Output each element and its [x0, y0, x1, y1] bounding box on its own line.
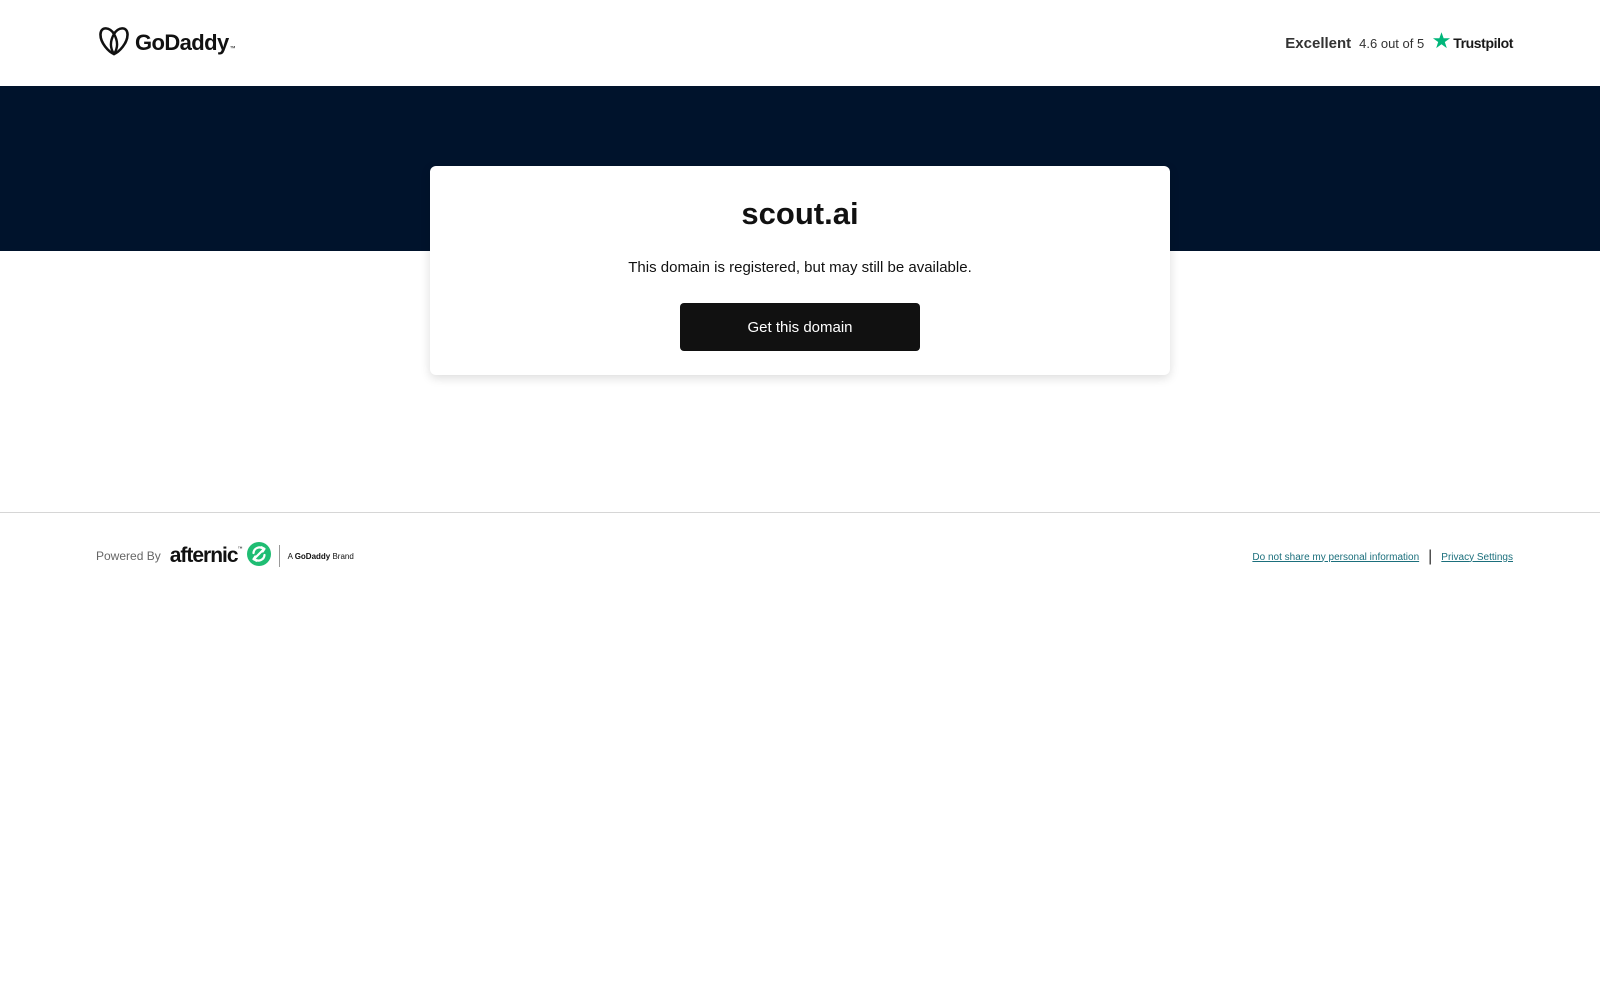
domain-name: scout.ai — [741, 196, 859, 231]
trustpilot-rating[interactable]: Excellent 4.6 out of 5 Trustpilot — [1285, 28, 1513, 58]
footer-links: Do not share my personal information | P… — [1252, 548, 1513, 566]
domain-card: scout.ai This domain is registered, but … — [430, 166, 1170, 375]
godaddy-heart-icon — [98, 26, 130, 61]
brand-separator — [278, 545, 280, 567]
powered-by: Powered By afternic ™ A GoDaddy Brand — [96, 541, 354, 571]
brand-prefix: A — [287, 551, 295, 561]
logo-trademark: ™ — [229, 46, 236, 52]
trustpilot-label: Trustpilot — [1453, 35, 1513, 51]
brand-name: GoDaddy — [294, 551, 331, 561]
godaddy-brand-tag: A GoDaddy Brand — [288, 552, 354, 561]
link-separator: | — [1428, 548, 1433, 565]
trustpilot-logo: Trustpilot — [1432, 31, 1513, 55]
afternic-trademark: ™ — [237, 545, 243, 552]
do-not-share-link[interactable]: Do not share my personal information — [1252, 552, 1419, 563]
powered-by-label: Powered By — [96, 549, 161, 563]
privacy-settings-link[interactable]: Privacy Settings — [1441, 552, 1513, 563]
logo-wordmark: GoDaddy — [135, 30, 229, 55]
trustpilot-star-icon — [1432, 31, 1451, 55]
afternic-logo[interactable]: afternic ™ A GoDaddy Brand — [169, 541, 354, 571]
domain-status-text: This domain is registered, but may still… — [628, 259, 972, 276]
site-header: GoDaddy ™ Excellent 4.6 out of 5 Trustpi… — [0, 0, 1600, 86]
godaddy-logo[interactable]: GoDaddy ™ — [98, 26, 236, 61]
afternic-wordmark: afternic — [169, 544, 239, 567]
rating-word: Excellent — [1285, 34, 1352, 52]
get-domain-button[interactable]: Get this domain — [680, 303, 920, 351]
footer-divider — [0, 512, 1600, 513]
rating-score: 4.6 out of 5 — [1359, 35, 1425, 51]
afternic-refresh-icon — [246, 541, 271, 571]
brand-suffix: Brand — [330, 551, 354, 561]
